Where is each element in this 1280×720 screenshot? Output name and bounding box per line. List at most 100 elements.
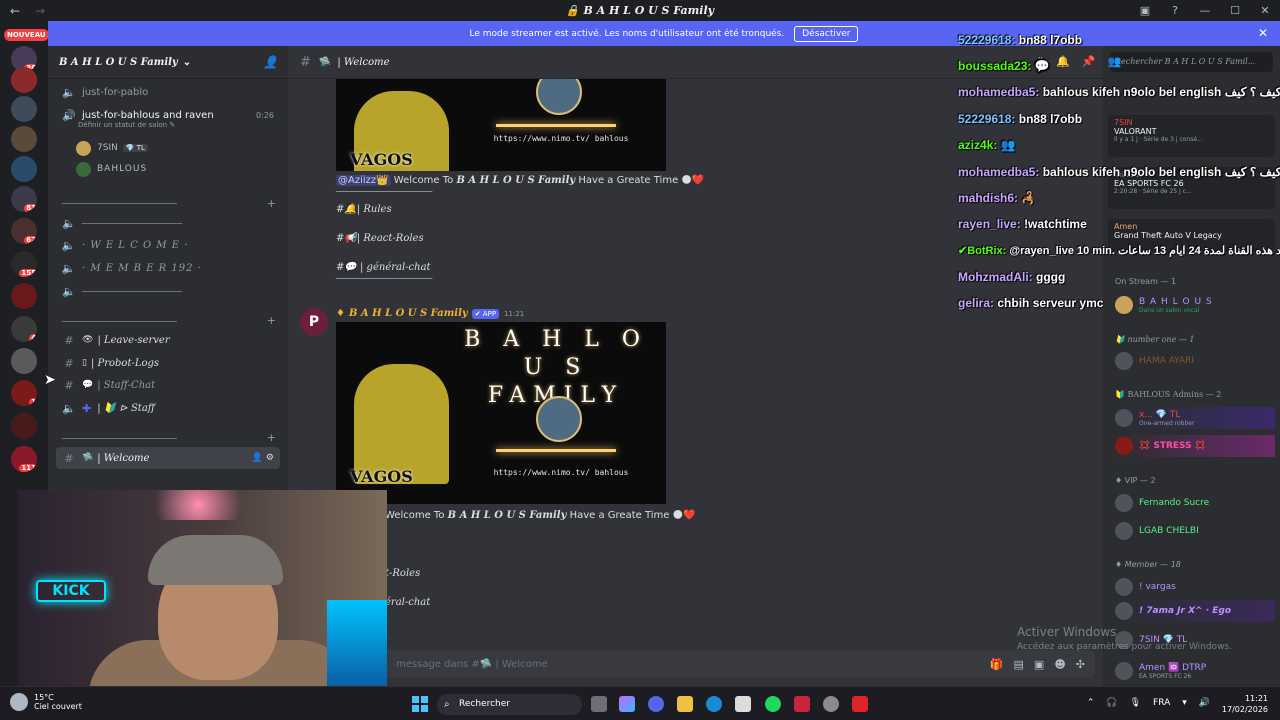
member-item[interactable]: ! 7ama Jr X^ · Ego xyxy=(1115,600,1275,622)
wifi-icon[interactable]: ▾ xyxy=(1182,698,1187,708)
server-icon[interactable]: 83 xyxy=(11,186,37,212)
windows-start-icon[interactable] xyxy=(412,696,428,712)
channel-welcome-voice[interactable]: 🔈 · W E L C O M E · xyxy=(56,234,280,256)
discord-app-icon[interactable] xyxy=(648,696,664,712)
apps-icon[interactable]: ✣ xyxy=(1076,658,1085,671)
message-input[interactable]: message dans #🛸 | Welcome 🎁 ▤ ▣ ☻ ✣ xyxy=(296,650,1095,678)
server-icon[interactable]: 4 xyxy=(11,316,37,342)
server-header[interactable]: B A H L O U S Family ⌄ 👤 xyxy=(48,46,288,79)
channel-member-count[interactable]: 🔈 · M E M B E R 192 · xyxy=(56,257,280,279)
server-search-input[interactable]: Rechercher B A H L O U S Famil... xyxy=(1110,52,1273,72)
member-item[interactable]: Fernando Sucre xyxy=(1115,492,1209,514)
set-channel-status[interactable]: Définir un statut de salon ✎ xyxy=(78,121,175,129)
roles-link[interactable]: t-Roles xyxy=(385,568,420,579)
server-icon[interactable]: 1 xyxy=(11,380,37,406)
activity-card[interactable]: 7SIN VALORANT Il y a 1 j · Série de 3 j … xyxy=(1108,115,1275,157)
author-avatar[interactable]: P xyxy=(300,308,328,336)
server-icon[interactable] xyxy=(11,413,37,439)
member-item[interactable]: LGAB CHELBI xyxy=(1115,520,1199,542)
taskbar-search[interactable]: ⌕ Rechercher xyxy=(437,694,582,715)
channel-staff[interactable]: 🔈 ✚ | 🔰 ⊳ Staff xyxy=(56,397,280,419)
channel-link-roles[interactable]: #📢| React-Roles xyxy=(336,233,424,244)
member-item[interactable]: Amen 🆔 DTRP EA SPORTS FC 26 xyxy=(1115,660,1206,682)
red-app-icon[interactable] xyxy=(794,696,810,712)
sticker-icon[interactable]: ▣ xyxy=(1034,658,1044,671)
channel-settings-icon[interactable]: 👤 ⚙ xyxy=(252,453,274,463)
channel-voice-separator[interactable]: 🔈 xyxy=(56,212,280,234)
invite-people-icon[interactable]: 👤 xyxy=(263,55,278,69)
server-icon[interactable] xyxy=(11,67,37,93)
welcome-banner-image[interactable]: VAGOS https://www.nimo.tv/ bahlous xyxy=(336,79,666,171)
help-icon[interactable]: ? xyxy=(1160,0,1190,21)
headset-icon[interactable]: 🎧 xyxy=(1106,698,1117,708)
gif-icon[interactable]: ▤ xyxy=(1014,658,1024,671)
user-mention[interactable]: @Aziizz👑 xyxy=(336,175,391,186)
server-icon[interactable] xyxy=(11,96,37,122)
server-icon[interactable] xyxy=(11,156,37,182)
server-icon[interactable]: 111 xyxy=(11,446,37,472)
server-icon[interactable] xyxy=(11,348,37,374)
roles-link[interactable]: #📢| React-Roles xyxy=(336,233,424,244)
channel-voice-separator[interactable]: 🔈 xyxy=(56,280,280,302)
channel-just-for-pablo[interactable]: 🔈 just-for-pablo xyxy=(56,81,280,103)
voice-user[interactable]: BAHLOUS xyxy=(76,159,147,179)
inbox-icon[interactable]: ▣ xyxy=(1130,0,1160,21)
channel-link-rules[interactable]: #🔔| Rules xyxy=(336,204,392,215)
channel-leave-server[interactable]: # 👁 | Leave-server xyxy=(56,329,280,351)
server-icon[interactable]: 155 xyxy=(11,251,37,277)
channel-link-general[interactable]: #💬 | général-chat xyxy=(336,262,431,273)
close-icon[interactable]: ✕ xyxy=(1250,0,1280,21)
channel-link-general[interactable]: éral-chat xyxy=(385,597,430,608)
server-icon[interactable] xyxy=(11,126,37,152)
gift-icon[interactable]: 🎁 xyxy=(990,658,1004,671)
back-arrow-icon[interactable]: ← xyxy=(0,4,30,18)
steam-icon[interactable] xyxy=(823,696,839,712)
activity-card[interactable]: mikado EA SPORTS FC 26 2:20:28 · Série d… xyxy=(1108,167,1275,209)
file-explorer-icon[interactable] xyxy=(677,696,693,712)
rules-link[interactable]: #🔔| Rules xyxy=(336,204,392,215)
clock[interactable]: 11:21 17/02/2026 xyxy=(1222,693,1268,715)
spotify-icon[interactable] xyxy=(765,696,781,712)
general-link[interactable]: #💬 | général-chat xyxy=(336,262,431,273)
maximize-icon[interactable]: ☐ xyxy=(1220,0,1250,21)
member-item[interactable]: x... 💎 TL One-armed robber xyxy=(1115,407,1275,429)
member-item[interactable]: 💢 STRESS 💢 xyxy=(1115,435,1275,457)
emoji-icon[interactable]: ☻ xyxy=(1054,658,1065,671)
forward-arrow-icon[interactable]: → xyxy=(30,4,50,18)
channel-welcome[interactable]: # 🛸 | Welcome 👤 ⚙ xyxy=(56,447,280,469)
welcome-banner-image[interactable]: VAGOS B A H L O U S FAMILY https://www.n… xyxy=(336,322,666,504)
add-channel-icon[interactable]: + xyxy=(267,431,276,444)
edge-icon[interactable] xyxy=(706,696,722,712)
threads-icon[interactable]: # xyxy=(1035,55,1044,68)
add-channel-icon[interactable]: + xyxy=(267,197,276,210)
server-icon[interactable]: 62 xyxy=(11,218,37,244)
copilot-icon[interactable] xyxy=(619,696,635,712)
pin-icon[interactable]: 📌 xyxy=(1082,55,1096,68)
activity-card[interactable]: Amen Grand Theft Auto V Legacy xyxy=(1108,219,1275,251)
author-name[interactable]: B A H L O U S Family xyxy=(349,308,468,319)
task-view-icon[interactable] xyxy=(591,696,607,712)
channel-probot-logs[interactable]: # ▯ | Probot-Logs xyxy=(56,352,280,374)
disable-streamer-button[interactable]: Désactiver xyxy=(794,25,859,42)
member-item[interactable]: B A H L O U S Dans un salon vocal xyxy=(1115,294,1213,316)
volume-icon[interactable]: 🔊 xyxy=(1199,698,1210,708)
chevron-up-icon[interactable]: ⌃ xyxy=(1087,698,1095,708)
members-icon[interactable]: 👥 xyxy=(1108,55,1122,68)
bell-icon[interactable]: 🔔 xyxy=(1056,55,1070,68)
member-item[interactable]: ! vargas xyxy=(1115,576,1176,598)
voice-user[interactable]: 7SIN 💎 TL xyxy=(76,138,148,158)
language-indicator[interactable]: FRA xyxy=(1153,698,1170,708)
app-icon[interactable] xyxy=(852,696,868,712)
store-icon[interactable] xyxy=(735,696,751,712)
minimize-icon[interactable]: — xyxy=(1190,0,1220,21)
server-icon[interactable] xyxy=(11,283,37,309)
channel-link-roles[interactable]: t-Roles xyxy=(385,568,420,579)
plus-icon: ✚ xyxy=(82,401,92,415)
member-item[interactable]: HAMA AYARI xyxy=(1115,350,1194,372)
weather-widget[interactable]: 15°C Ciel couvert xyxy=(10,693,82,711)
banner-close-icon[interactable]: ✕ xyxy=(1258,26,1268,40)
channel-staff-chat[interactable]: # 💬 | Staff-Chat xyxy=(56,374,280,396)
add-channel-icon[interactable]: + xyxy=(267,314,276,327)
mic-icon[interactable]: 🎙 xyxy=(1130,698,1141,708)
general-link[interactable]: éral-chat xyxy=(385,597,430,608)
